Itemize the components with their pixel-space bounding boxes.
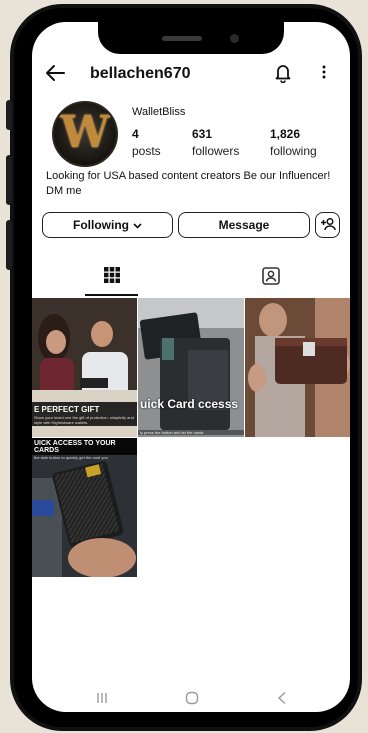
post-caption-subtitle: ly press the button and let the cards [138,430,244,435]
stat-followers-label: followers [192,144,240,158]
volume-up-button [6,155,12,205]
recent-apps-icon[interactable] [95,691,109,710]
following-button-label: Following [73,218,129,232]
post-tile[interactable]: E PERFECT GIFT Show your loved one the g… [32,298,137,437]
stat-following-value: 1,826 [270,127,301,141]
post-tile[interactable]: UICK ACCESS TO YOUR CARDS the side butto… [32,438,137,577]
back-nav-icon[interactable] [276,691,288,710]
following-button[interactable]: Following [42,212,173,238]
tab-posts-grid[interactable] [32,260,191,296]
post-caption: E PERFECT GIFT Show your loved one the g… [32,402,137,426]
message-button-label: Message [218,218,270,232]
profile-tabs [32,260,350,296]
message-button[interactable]: Message [178,212,310,238]
profile-bio: Looking for USA based content creators B… [46,170,331,197]
stat-following-label: following [270,144,317,158]
avatar-logo-letter: W [60,107,110,158]
post-caption-title: uick Card ccesss [140,397,239,411]
volume-down-button [6,220,12,270]
profile-header: bellachen670 [32,62,350,88]
post-caption: UICK ACCESS TO YOUR CARDS the side butto… [32,438,137,460]
post-caption-title: E PERFECT GIFT [34,405,100,414]
stat-followers-value: 631 [192,127,213,141]
home-icon[interactable] [185,691,199,710]
stat-following[interactable]: 1,826 following [270,127,317,158]
post-caption-title: UICK ACCESS TO YOUR CARDS [34,440,116,454]
stat-followers[interactable]: 631 followers [192,127,239,158]
post-photo-wallet-hands [245,298,350,437]
back-arrow-icon[interactable] [44,63,66,88]
grid-icon [103,266,121,289]
stat-posts-label: posts [132,144,161,158]
post-photo-card-access [138,298,244,437]
phone-screen: bellachen670 W WalletBliss 4 posts 631 f… [32,22,350,712]
system-navigation-bar [32,682,350,712]
front-camera [230,34,239,43]
chevron-down-icon [133,218,142,232]
tab-tagged[interactable] [191,260,350,296]
more-vertical-icon[interactable] [321,64,327,85]
post-caption-subtitle: Show your loved one the gift of protecti… [34,415,134,425]
bell-icon[interactable] [274,63,292,88]
notch [98,22,284,54]
speaker [162,36,202,41]
post-tile[interactable]: uick Card ccesss ly press the button and… [138,298,244,437]
stat-posts-value: 4 [132,127,139,141]
profile-username: bellachen670 [90,65,191,82]
mute-switch [6,100,12,130]
post-caption-subtitle: the side button to quickly get the card … [34,455,108,460]
display-name: WalletBliss [132,106,186,118]
tagged-person-icon [261,266,281,291]
active-tab-indicator [85,294,138,296]
add-person-button[interactable] [315,212,340,238]
post-tile[interactable] [245,298,350,437]
stat-posts[interactable]: 4 posts [132,127,161,158]
avatar[interactable]: W [52,101,118,167]
add-person-icon [319,217,336,234]
